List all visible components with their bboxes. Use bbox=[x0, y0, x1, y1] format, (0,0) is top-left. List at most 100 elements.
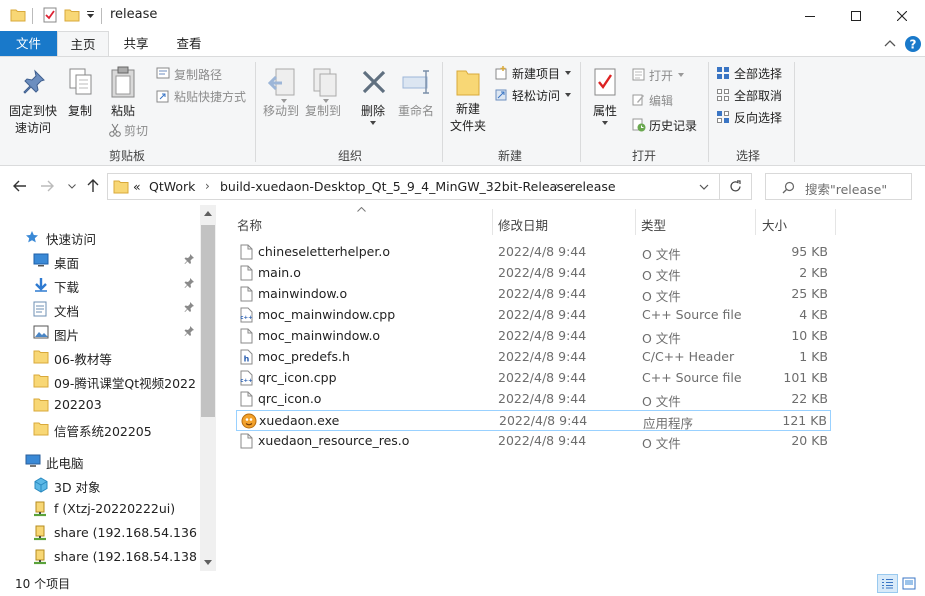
help-icon[interactable]: ? bbox=[905, 36, 921, 52]
back-button[interactable] bbox=[13, 180, 27, 192]
nav-scroll-thumb[interactable] bbox=[201, 225, 215, 417]
nav-item-label: f (Xtzj-20220222ui) bbox=[54, 501, 176, 516]
maximize-button[interactable] bbox=[833, 0, 879, 31]
minimize-button[interactable] bbox=[787, 0, 833, 31]
file-date: 2022/4/8 9:44 bbox=[498, 244, 587, 259]
select-all-button[interactable]: 全部选择 bbox=[734, 65, 782, 82]
file-name: chineseletterhelper.o bbox=[258, 244, 390, 259]
file-row[interactable]: xuedaon.exe 2022/4/8 9:44 应用程序 121 KB bbox=[236, 410, 831, 431]
open-button[interactable]: 打开 bbox=[649, 67, 673, 84]
select-none-icon bbox=[716, 88, 730, 102]
pin-to-quick-access-button[interactable]: 固定到快 速访问 bbox=[6, 103, 60, 137]
move-to-button[interactable]: 移动到 bbox=[260, 103, 302, 120]
file-type: O 文件 bbox=[642, 289, 681, 304]
large-icons-view-button[interactable] bbox=[902, 577, 916, 590]
forward-button[interactable] bbox=[40, 180, 54, 192]
pin-icon[interactable] bbox=[184, 278, 194, 288]
file-row[interactable]: xuedaon_resource_res.o 2022/4/8 9:44 O 文件 2… bbox=[236, 431, 831, 452]
pin-icon[interactable] bbox=[184, 302, 194, 312]
column-header-type[interactable]: 类型 bbox=[641, 215, 666, 234]
file-size: 22 KB bbox=[791, 391, 828, 406]
new-folder-icon bbox=[455, 67, 481, 97]
customize-qat-icon[interactable] bbox=[86, 10, 95, 20]
nav-item[interactable]: 桌面 bbox=[0, 249, 200, 273]
close-button[interactable] bbox=[879, 0, 925, 31]
copy-path-button[interactable]: 复制路径 bbox=[174, 66, 222, 83]
nav-item[interactable]: 3D 对象 bbox=[0, 473, 200, 497]
column-header-date[interactable]: 修改日期 bbox=[498, 215, 548, 234]
invert-selection-button[interactable]: 反向选择 bbox=[734, 109, 782, 126]
file-row[interactable]: main.o 2022/4/8 9:44 O 文件 2 KB bbox=[236, 263, 831, 284]
breadcrumb-separator-icon[interactable]: › bbox=[555, 179, 560, 193]
paste-shortcut-button[interactable]: 粘贴快捷方式 bbox=[174, 88, 246, 105]
breadcrumb-qtwork[interactable]: QtWork bbox=[149, 179, 195, 194]
file-row[interactable]: moc_mainwindow.o 2022/4/8 9:44 O 文件 10 KB bbox=[236, 326, 831, 347]
new-folder-button[interactable]: 新建 文件夹 bbox=[446, 101, 490, 135]
collapse-ribbon-icon[interactable] bbox=[884, 39, 896, 47]
nav-item[interactable]: 09-腾讯课堂Qt视频2022 bbox=[0, 369, 200, 393]
breadcrumb-overflow[interactable]: « bbox=[133, 179, 141, 194]
file-row[interactable]: c++ qrc_icon.cpp 2022/4/8 9:44 C++ Source f… bbox=[236, 368, 831, 389]
pin-icon[interactable] bbox=[184, 326, 194, 336]
file-list[interactable]: 名称 修改日期 类型 大小 chineseletterhelper.o 2022/… bbox=[216, 205, 925, 571]
file-row[interactable]: c++ moc_mainwindow.cpp 2022/4/8 9:44 C++ So… bbox=[236, 305, 831, 326]
delete-button[interactable]: 删除 bbox=[354, 103, 392, 120]
nav-item[interactable]: 下载 bbox=[0, 273, 200, 297]
properties-icon[interactable] bbox=[42, 7, 58, 23]
details-view-icon bbox=[882, 579, 893, 589]
new-item-button[interactable]: 新建项目 bbox=[512, 65, 560, 82]
recent-locations-button[interactable] bbox=[68, 184, 76, 189]
nav-item[interactable]: 文档 bbox=[0, 297, 200, 321]
rename-button[interactable]: 重命名 bbox=[394, 103, 438, 120]
up-button[interactable] bbox=[87, 179, 99, 193]
breadcrumb-release[interactable]: release bbox=[570, 179, 616, 194]
tab-share[interactable]: 共享 bbox=[112, 31, 160, 56]
nav-item[interactable]: 信管系统202205 bbox=[0, 417, 200, 441]
nav-item[interactable]: 06-教材等 bbox=[0, 345, 200, 369]
nav-item[interactable]: f (Xtzj-20220222ui) bbox=[0, 497, 200, 521]
history-button[interactable]: 历史记录 bbox=[649, 117, 697, 134]
file-row[interactable]: h moc_predefs.h 2022/4/8 9:44 C/C++ Header 1… bbox=[236, 347, 831, 368]
address-dropdown-button[interactable] bbox=[699, 184, 709, 190]
new-folder-icon[interactable] bbox=[64, 7, 80, 23]
file-row[interactable]: chineseletterhelper.o 2022/4/8 9:44 O 文件 95… bbox=[236, 242, 831, 263]
nav-quick-access[interactable]: 快速访问 bbox=[0, 225, 200, 249]
scroll-down-icon[interactable] bbox=[204, 560, 212, 565]
nav-item[interactable]: share (192.168.54.136 (xu bbox=[0, 521, 200, 545]
file-row[interactable]: mainwindow.o 2022/4/8 9:44 O 文件 25 KB bbox=[236, 284, 831, 305]
nav-this-pc[interactable]: 此电脑 bbox=[0, 449, 200, 473]
column-header-size[interactable]: 大小 bbox=[762, 215, 787, 234]
search-input[interactable]: 搜索"release" bbox=[765, 173, 912, 200]
ribbon: 固定到快 速访问 复制 粘贴 复制路径 粘贴快捷方式 剪切 剪贴板 移动到 复制… bbox=[0, 56, 925, 166]
breadcrumb-build-folder[interactable]: build-xuedaon-Desktop_Qt_5_9_4_MinGW_32b… bbox=[220, 179, 571, 194]
paste-button[interactable]: 粘贴 bbox=[104, 103, 142, 120]
nav-item[interactable]: share (192.168.54.138 (xu bbox=[0, 545, 200, 569]
refresh-button[interactable] bbox=[720, 173, 752, 200]
navigation-pane[interactable]: 快速访问 桌面 下载 文档 图片 06-教材等 09-腾讯课堂Qt视频2022 202203… bbox=[0, 205, 216, 571]
pin-icon[interactable] bbox=[184, 254, 194, 264]
breadcrumb-separator-icon[interactable]: › bbox=[205, 179, 210, 193]
edit-button[interactable]: 编辑 bbox=[649, 92, 673, 109]
easy-access-button[interactable]: 轻松访问 bbox=[512, 87, 560, 104]
copy-button[interactable]: 复制 bbox=[62, 103, 98, 120]
tab-view[interactable]: 查看 bbox=[164, 31, 214, 56]
network-drive-icon bbox=[33, 525, 47, 541]
tab-home[interactable]: 主页 bbox=[57, 31, 109, 57]
file-icon bbox=[240, 433, 253, 449]
nav-item[interactable]: 图片 bbox=[0, 321, 200, 345]
scroll-up-icon[interactable] bbox=[204, 211, 212, 216]
exe-icon bbox=[241, 413, 257, 429]
details-view-button[interactable] bbox=[877, 574, 898, 593]
desktop-icon bbox=[33, 253, 49, 267]
column-header-name[interactable]: 名称 bbox=[237, 215, 262, 234]
copy-to-button[interactable]: 复制到 bbox=[302, 103, 344, 120]
address-bar[interactable]: « QtWork › build-xuedaon-Desktop_Qt_5_9_… bbox=[107, 173, 720, 200]
cut-button[interactable]: 剪切 bbox=[124, 122, 148, 139]
nav-item[interactable]: 202203 bbox=[0, 393, 200, 417]
delete-dropdown-icon bbox=[370, 121, 376, 125]
file-row[interactable]: qrc_icon.o 2022/4/8 9:44 O 文件 22 KB bbox=[236, 389, 831, 410]
properties-button[interactable]: 属性 bbox=[586, 103, 624, 120]
select-none-button[interactable]: 全部取消 bbox=[734, 87, 782, 104]
tab-file[interactable]: 文件 bbox=[0, 31, 57, 56]
file-size: 101 KB bbox=[783, 370, 828, 385]
